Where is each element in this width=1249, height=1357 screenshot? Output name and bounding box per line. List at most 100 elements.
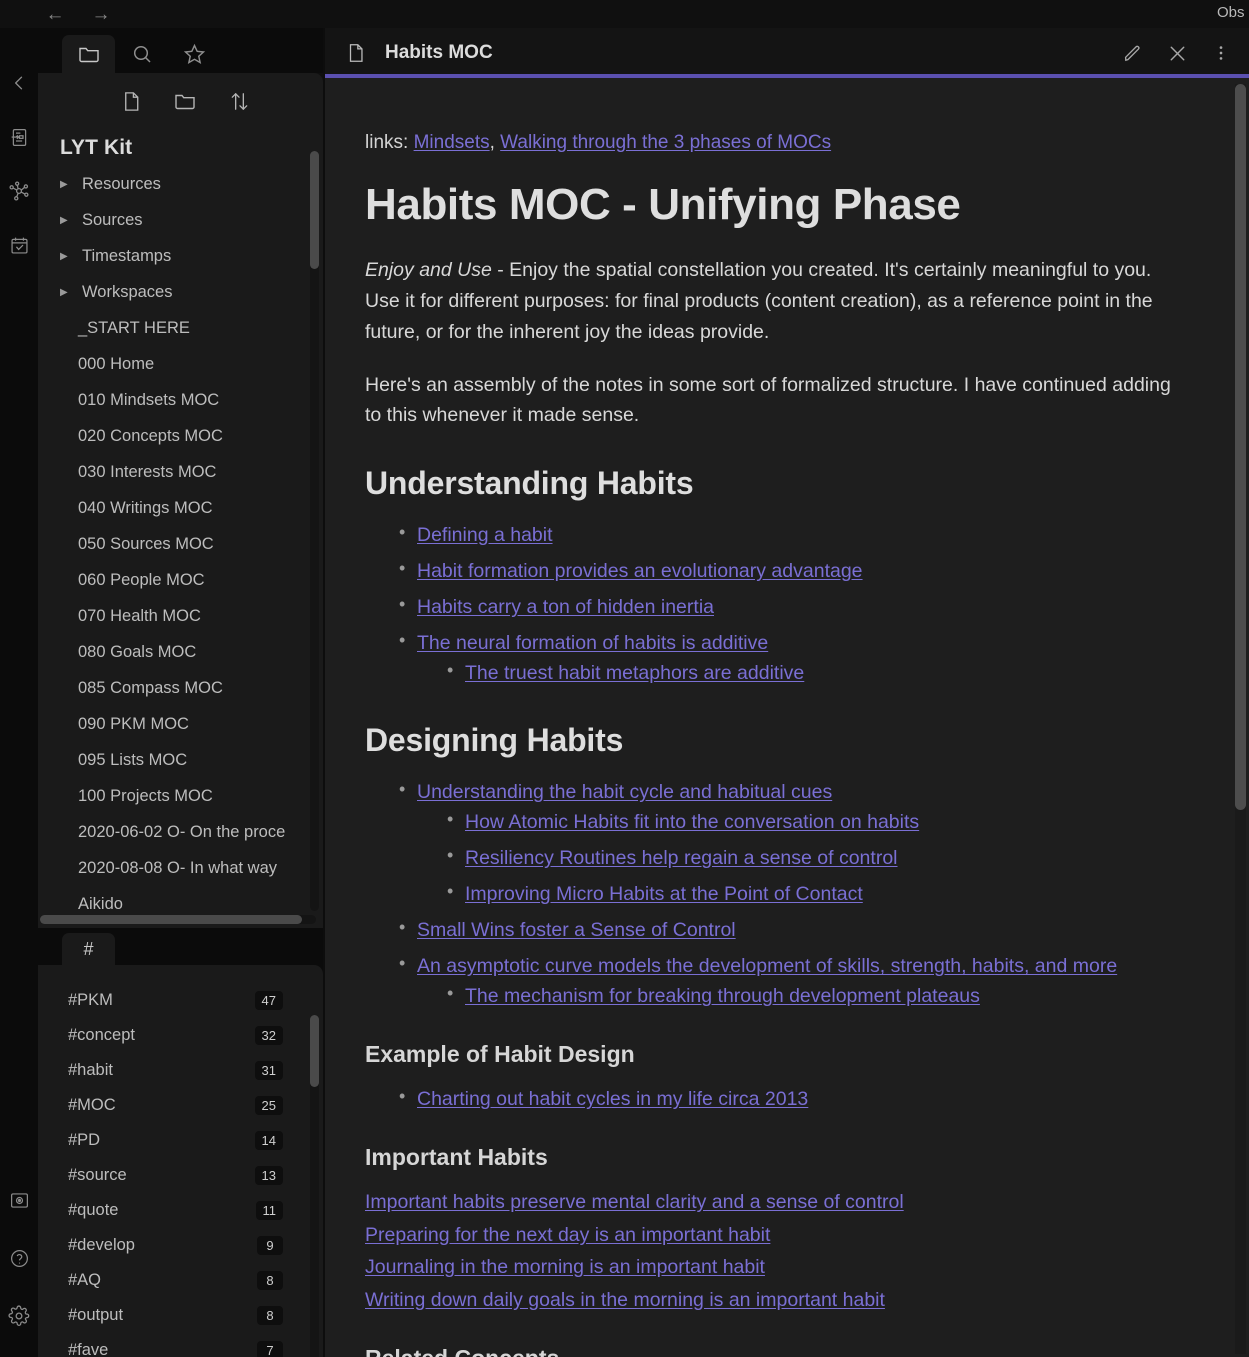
section-heading: Understanding Habits	[365, 465, 694, 502]
emphasis-text: Enjoy and Use	[365, 259, 492, 282]
file-item[interactable]: 085 Compass MOC	[38, 670, 323, 706]
internal-link[interactable]: Habit formation provides an evolutionary…	[417, 560, 863, 582]
internal-link[interactable]: The truest habit metaphors are additive	[465, 662, 804, 684]
graph-view-icon[interactable]	[0, 172, 38, 210]
file-item[interactable]: 2020-08-08 O- In what way	[38, 850, 323, 886]
files-tab[interactable]	[62, 35, 115, 73]
internal-link[interactable]: Walking through the 3 phases of MOCs	[500, 132, 831, 153]
internal-link[interactable]: The neural formation of habits is additi…	[417, 632, 768, 654]
bookmarks-tab[interactable]	[168, 35, 221, 73]
section-list: Defining a habit Habit formation provide…	[365, 519, 1189, 688]
back-button[interactable]: ←	[44, 5, 66, 24]
window-titlebar: ← → Obs	[0, 0, 1249, 28]
file-item[interactable]: 100 Projects MOC	[38, 778, 323, 814]
section-heading: Related Concepts	[365, 1345, 1189, 1357]
tag-item[interactable]: #fave 7	[38, 1333, 323, 1357]
internal-link[interactable]: Charting out habit cycles in my life cir…	[417, 1088, 808, 1110]
internal-link[interactable]: An asymptotic curve models the developme…	[417, 955, 1117, 977]
editor-vertical-scrollbar[interactable]	[1235, 84, 1246, 1354]
tag-item[interactable]: #PD 14	[38, 1123, 323, 1158]
scrollbar-thumb[interactable]	[1235, 84, 1246, 810]
folder-item-resources[interactable]: ▶ Resources	[38, 166, 323, 202]
vault-name[interactable]: LYT Kit	[38, 124, 323, 166]
internal-link[interactable]: Mindsets	[414, 132, 490, 153]
internal-link[interactable]: How Atomic Habits fit into the conversat…	[465, 811, 919, 833]
folder-item-timestamps[interactable]: ▶ Timestamps	[38, 238, 323, 274]
settings-icon[interactable]	[0, 1297, 38, 1335]
file-item[interactable]: 2020-06-02 O- On the proce	[38, 814, 323, 850]
file-item[interactable]: 020 Concepts MOC	[38, 418, 323, 454]
file-item[interactable]: _START HERE	[38, 310, 323, 346]
links-label: links:	[365, 132, 409, 153]
collapse-left-sidebar-icon[interactable]	[0, 64, 38, 102]
close-tab-button[interactable]	[1166, 42, 1189, 65]
change-sort-order-button[interactable]	[226, 88, 252, 114]
tag-item[interactable]: #AQ 8	[38, 1263, 323, 1298]
search-tab[interactable]	[115, 35, 168, 73]
scrollbar-thumb[interactable]	[40, 915, 302, 924]
file-item[interactable]: 040 Writings MOC	[38, 490, 323, 526]
tags-tab[interactable]: #	[62, 933, 115, 965]
chevron-right-icon[interactable]: ▶	[60, 179, 76, 190]
internal-link[interactable]: Resiliency Routines help regain a sense …	[465, 847, 898, 869]
calendar-icon[interactable]	[0, 226, 38, 264]
file-item[interactable]: 050 Sources MOC	[38, 526, 323, 562]
tag-item[interactable]: #concept 32	[38, 1018, 323, 1053]
tag-count-badge: 47	[254, 991, 283, 1010]
new-folder-button[interactable]	[172, 88, 198, 114]
tag-label: #develop	[68, 1236, 135, 1254]
active-tab-title[interactable]: Habits MOC	[385, 42, 1121, 64]
scrollbar-thumb[interactable]	[310, 151, 319, 269]
folder-item-workspaces[interactable]: ▶ Workspaces	[38, 274, 323, 310]
explorer-vertical-scrollbar[interactable]	[310, 151, 319, 911]
comma-separator: ,	[489, 132, 501, 153]
vault-switcher-icon[interactable]	[0, 1181, 38, 1219]
star-icon	[183, 43, 206, 64]
internal-link[interactable]: Important habits preserve mental clarity…	[365, 1191, 904, 1213]
internal-link[interactable]: The mechanism for breaking through devel…	[465, 985, 980, 1007]
edit-note-button[interactable]	[1121, 42, 1144, 65]
internal-link[interactable]: Understanding the habit cycle and habitu…	[417, 781, 832, 803]
file-item[interactable]: 070 Health MOC	[38, 598, 323, 634]
internal-link[interactable]: Defining a habit	[417, 524, 553, 546]
tag-item[interactable]: #develop 9	[38, 1228, 323, 1263]
file-item[interactable]: 095 Lists MOC	[38, 742, 323, 778]
internal-link[interactable]: Habits carry a ton of hidden inertia	[417, 596, 714, 618]
tag-item[interactable]: #quote 11	[38, 1193, 323, 1228]
explorer-horizontal-scrollbar[interactable]	[40, 915, 316, 924]
file-item[interactable]: 060 People MOC	[38, 562, 323, 598]
tag-label: #output	[68, 1306, 124, 1324]
tag-item[interactable]: #MOC 25	[38, 1088, 323, 1123]
internal-link[interactable]: Writing down daily goals in the morning …	[365, 1289, 885, 1311]
file-item[interactable]: 080 Goals MOC	[38, 634, 323, 670]
tag-item[interactable]: #output 8	[38, 1298, 323, 1333]
hash-icon: #	[83, 938, 94, 959]
folder-item-sources[interactable]: ▶ Sources	[38, 202, 323, 238]
chevron-right-icon[interactable]: ▶	[60, 215, 76, 226]
tag-label: #fave	[68, 1341, 109, 1357]
tag-pane-scrollbar[interactable]	[310, 1015, 319, 1357]
section-heading: Important Habits	[365, 1144, 548, 1171]
internal-link[interactable]: Improving Micro Habits at the Point of C…	[465, 883, 863, 905]
daily-note-icon[interactable]	[0, 118, 38, 156]
tag-label: #quote	[68, 1201, 119, 1219]
tag-item[interactable]: #habit 31	[38, 1053, 323, 1088]
chevron-right-icon[interactable]: ▶	[60, 251, 76, 262]
file-item[interactable]: 030 Interests MOC	[38, 454, 323, 490]
internal-link[interactable]: Preparing for the next day is an importa…	[365, 1224, 770, 1246]
file-item[interactable]: 000 Home	[38, 346, 323, 382]
internal-link[interactable]: Small Wins foster a Sense of Control	[417, 919, 736, 941]
help-icon[interactable]	[0, 1239, 38, 1277]
internal-link[interactable]: Journaling in the morning is an importan…	[365, 1256, 765, 1278]
more-options-button[interactable]	[1211, 43, 1231, 63]
list-item: The truest habit metaphors are additive	[417, 657, 1189, 688]
file-item[interactable]: 010 Mindsets MOC	[38, 382, 323, 418]
scrollbar-thumb[interactable]	[310, 1015, 319, 1087]
chevron-right-icon[interactable]: ▶	[60, 287, 76, 298]
new-note-button[interactable]	[118, 88, 144, 114]
tag-item[interactable]: #source 13	[38, 1158, 323, 1193]
file-item[interactable]: 090 PKM MOC	[38, 706, 323, 742]
forward-button[interactable]: →	[90, 5, 112, 24]
section-heading: Example of Habit Design	[365, 1041, 635, 1068]
tag-item[interactable]: #PKM 47	[38, 983, 323, 1018]
